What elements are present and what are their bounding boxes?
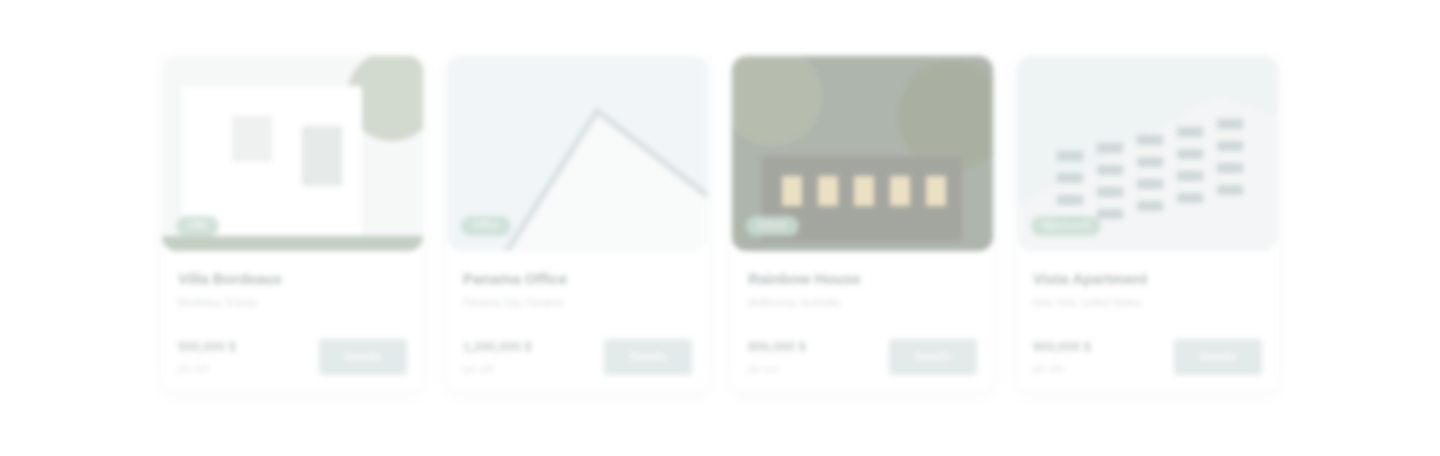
apartment-window [1097,165,1123,175]
property-price-unit: per unit [748,364,779,374]
property-price-unit: per unit [463,364,494,374]
property-title: Rainbow House [748,271,861,288]
lit-window [890,176,910,206]
property-price: 500,000 $ [178,339,236,354]
lit-window [854,176,874,206]
villa-window [232,116,272,161]
apartment-window [1137,201,1163,211]
property-card[interactable]: Apartment Vista Apartment New York, Unit… [1017,56,1278,391]
lit-window [926,176,946,206]
apartment-window [1057,173,1083,183]
property-address: Bordeaux, France [178,298,258,309]
property-showcase: Villa Villa Bordeaux Bordeaux, France 50… [0,0,1440,456]
property-title: Villa Bordeaux [178,271,282,288]
property-address: Melbourne, Australia [748,298,840,309]
property-title: Panama Office [463,271,568,288]
property-address: New York, United States [1033,298,1141,309]
apartment-window [1097,143,1123,153]
lit-window [782,176,802,206]
property-card[interactable]: Villa Villa Bordeaux Bordeaux, France 50… [162,56,423,391]
property-type-badge: Apartment [1031,216,1102,236]
apartment-window [1217,163,1243,173]
apartment-window [1097,187,1123,197]
property-price-unit: per unit [1033,364,1064,374]
apartment-window [1057,151,1083,161]
apartment-window [1177,149,1203,159]
details-button[interactable]: Details [1174,339,1262,375]
apartment-window [1177,171,1203,181]
property-card[interactable]: Office Panama Office Panama City, Panama… [447,56,708,391]
apartment-window [1137,157,1163,167]
property-address: Panama City, Panama [463,298,563,309]
property-card-list: Villa Villa Bordeaux Bordeaux, France 50… [162,56,1278,391]
apartment-window [1217,185,1243,195]
details-button[interactable]: Details [889,339,977,375]
property-price: 800,000 $ [748,339,806,354]
apartment-window [1097,209,1123,219]
property-info: Rainbow House Melbourne, Australia 800,0… [732,251,993,375]
apartment-window [1177,193,1203,203]
lawn [162,236,423,251]
property-type-badge: Villa [176,216,219,236]
details-button[interactable]: Details [604,339,692,375]
apartment-window [1217,119,1243,129]
property-price: 1,200,000 $ [463,339,532,354]
apartment-window [1137,179,1163,189]
property-card[interactable]: House Rainbow House Melbourne, Australia… [732,56,993,391]
property-type-badge: Office [461,216,511,236]
apartment-window [1177,127,1203,137]
details-button[interactable]: Details [319,339,407,375]
apartment-window [1137,135,1163,145]
lit-window [818,176,838,206]
property-info: Vista Apartment New York, United States … [1017,251,1278,375]
villa-window [302,126,342,186]
property-info: Villa Bordeaux Bordeaux, France 500,000 … [162,251,423,375]
apartment-window [1217,141,1243,151]
property-price: 900,000 $ [1033,339,1091,354]
property-info: Panama Office Panama City, Panama 1,200,… [447,251,708,375]
apartment-window [1057,195,1083,205]
property-price-unit: per unit [178,364,209,374]
property-type-badge: House [746,216,799,236]
property-title: Vista Apartment [1033,271,1148,288]
